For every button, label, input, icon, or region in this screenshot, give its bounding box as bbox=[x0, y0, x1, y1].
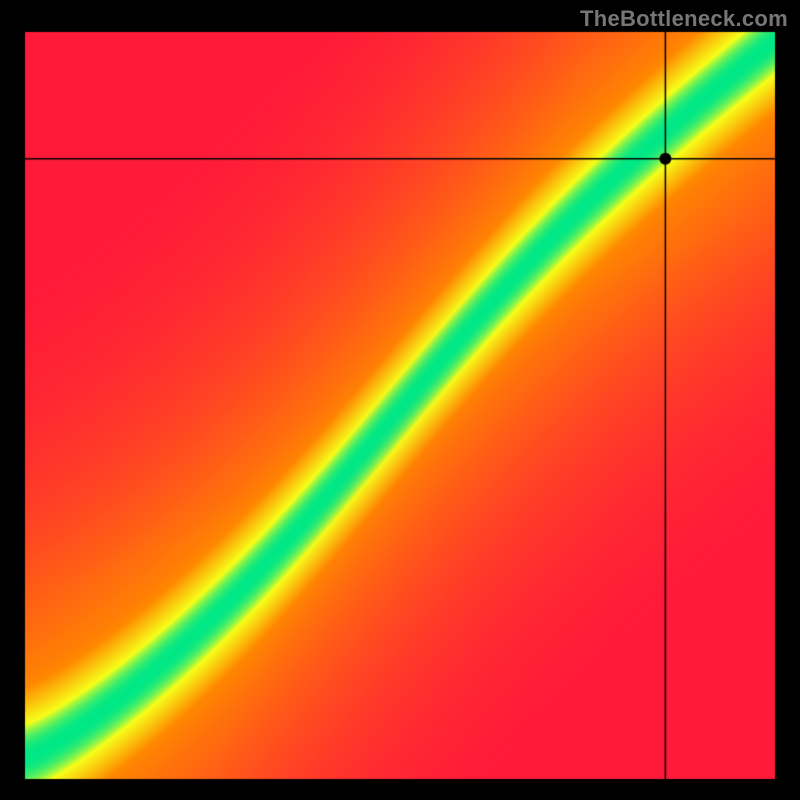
watermark-text: TheBottleneck.com bbox=[580, 6, 788, 32]
chart-container: TheBottleneck.com bbox=[0, 0, 800, 800]
heatmap-canvas bbox=[0, 0, 800, 800]
